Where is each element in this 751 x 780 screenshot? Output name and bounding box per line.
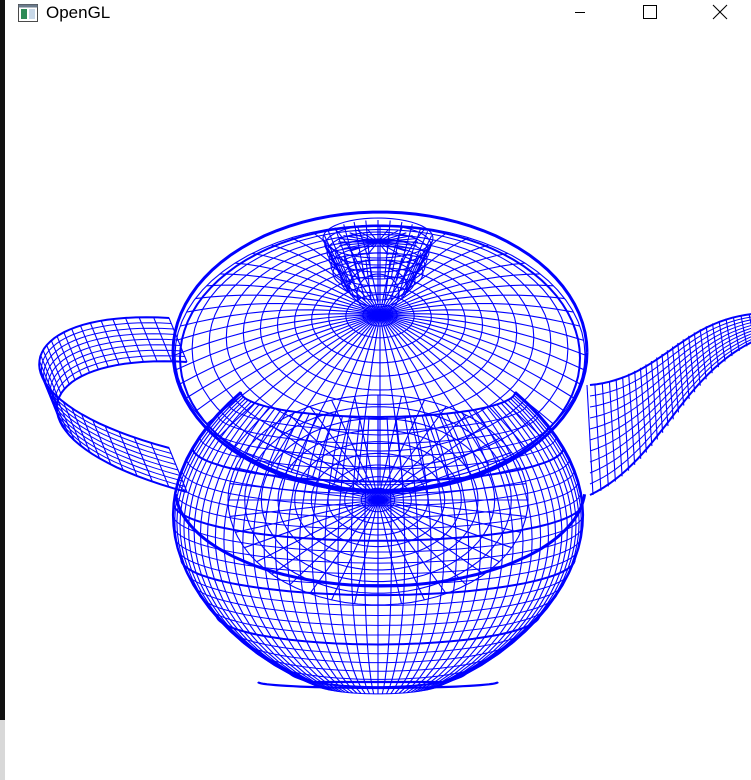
close-button[interactable] <box>697 0 743 28</box>
title-bar[interactable]: OpenGL <box>5 0 751 28</box>
teapot-handle-mesh <box>38 316 188 493</box>
minimize-button[interactable] <box>557 0 603 28</box>
teapot-wireframe <box>38 210 751 695</box>
minimize-icon <box>574 5 586 23</box>
maximize-button[interactable] <box>627 0 673 28</box>
opengl-viewport[interactable] <box>5 28 751 780</box>
teapot-spout-mesh <box>586 313 751 496</box>
window-title: OpenGL <box>46 3 111 22</box>
opengl-window: OpenGL <box>0 0 751 780</box>
close-icon <box>712 4 728 25</box>
app-window-icon <box>18 4 38 22</box>
maximize-icon <box>643 4 657 24</box>
